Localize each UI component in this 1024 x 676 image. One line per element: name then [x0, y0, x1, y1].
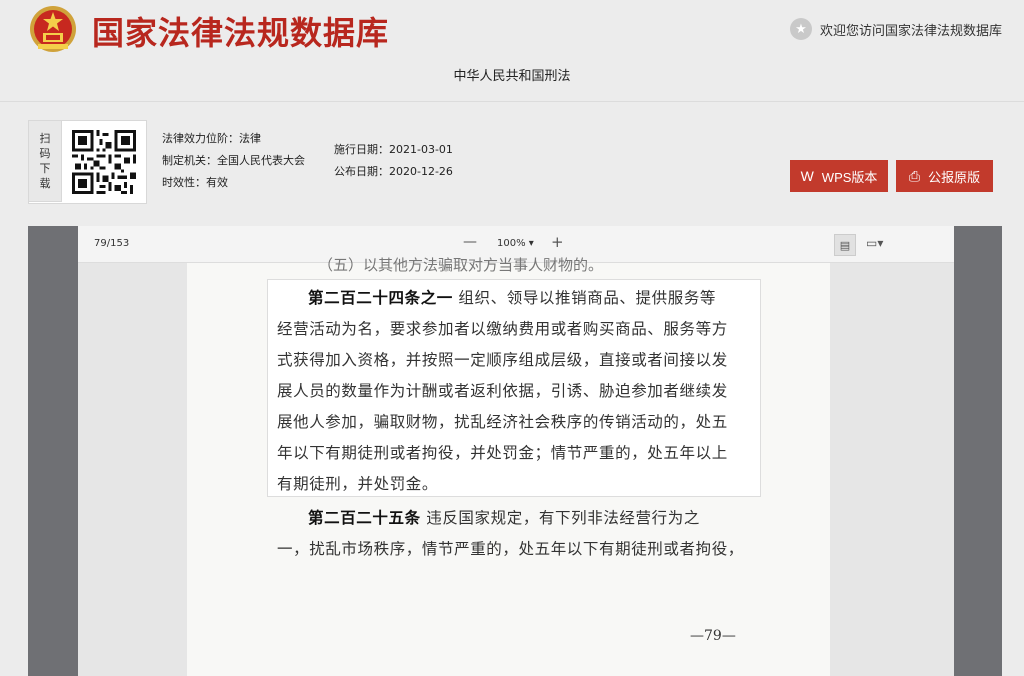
wps-version-button[interactable]: W WPS版本 [790, 160, 888, 192]
article-line: 式获得加入资格，并按照一定顺序组成层级，直接或者间接以发 [277, 351, 728, 369]
welcome-message: ★ 欢迎您访问国家法律法规数据库 [790, 18, 1002, 40]
page-counter: 79/153 [94, 238, 130, 249]
zoom-value: 100% [497, 238, 526, 249]
qr-code-icon[interactable] [72, 130, 136, 194]
wps-button-label: WPS版本 [821, 169, 878, 185]
meta-effective-date: 施行日期：2021-03-01 [334, 143, 453, 156]
zoom-select[interactable]: 100% ▾ [497, 238, 534, 249]
welcome-text: 欢迎您访问国家法律法规数据库 [820, 23, 1003, 39]
document-view-icon[interactable]: ▤ [834, 234, 856, 256]
meta-authority: 制定机关：全国人民代表大会 [162, 154, 305, 167]
original-gazette-button[interactable]: ⎙ 公报原版 [896, 160, 993, 192]
article-text: 违反国家规定，有下列非法经营行为之 [420, 509, 700, 527]
national-emblem-icon [30, 6, 76, 52]
meta-dates: 施行日期：2021-03-01 公布日期：2020-12-26 [334, 139, 453, 183]
qr-label-char: 扫 [39, 132, 51, 145]
article-line: 一，扰乱市场秩序，情节严重的，处五年以下有期徒刑或者拘役， [277, 540, 744, 558]
article-line: 年以下有期徒刑或者拘役，并处罚金；情节严重的，处五年以上 [277, 444, 728, 462]
article-heading: 第二百二十五条 [308, 508, 421, 527]
article-line: 展人员的数量作为计酬或者返利依据，引诱、胁迫参加者继续发 [277, 382, 728, 400]
meta-left: 法律效力位阶：法律 制定机关：全国人民代表大会 时效性：有效 [162, 128, 305, 194]
original-button-label: 公报原版 [928, 169, 981, 185]
header-divider [0, 101, 1024, 102]
meta-status: 时效性：有效 [162, 176, 228, 189]
qr-label-char: 下 [39, 162, 51, 175]
law-title: 中华人民共和国刑法 [453, 69, 571, 84]
article-line: 有期徒刑，并处罚金。 [277, 475, 439, 493]
meta-publish-date: 公布日期：2020-12-26 [334, 165, 453, 178]
meta-level: 法律效力位阶：法律 [162, 132, 261, 145]
site-title[interactable]: 国家法律法规数据库 [92, 8, 389, 54]
star-icon: ★ [790, 18, 812, 40]
pdf-icon: ⎙ [908, 167, 921, 184]
article-line: 经营活动为名，要求参加者以缴纳费用或者购买商品、服务等方 [277, 320, 728, 338]
article-heading: 第二百二十四条之一 [308, 288, 453, 307]
page-number: —79— [690, 628, 736, 644]
article-line: 第二百二十四条之一 组织、领导以推销商品、提供服务等 [308, 286, 716, 308]
zoom-in-button[interactable]: + [551, 233, 564, 251]
qr-label-char: 码 [39, 147, 51, 160]
zoom-out-button[interactable]: — [463, 234, 477, 250]
previous-text-partial: （五）以其他方法骗取对方当事人财物的。 [318, 256, 604, 274]
qr-label-char: 载 [39, 177, 51, 190]
article-line: 第二百二十五条 违反国家规定，有下列非法经营行为之 [308, 506, 700, 528]
layout-menu-icon[interactable]: ▭▾ [866, 236, 883, 250]
qr-download-label[interactable]: 扫 码 下 载 [28, 120, 62, 202]
article-text: 组织、领导以推销商品、提供服务等 [452, 289, 717, 307]
article-line: 展他人参加，骗取财物，扰乱经济社会秩序的传销活动的，处五 [277, 413, 728, 431]
wps-icon: W [800, 168, 814, 184]
